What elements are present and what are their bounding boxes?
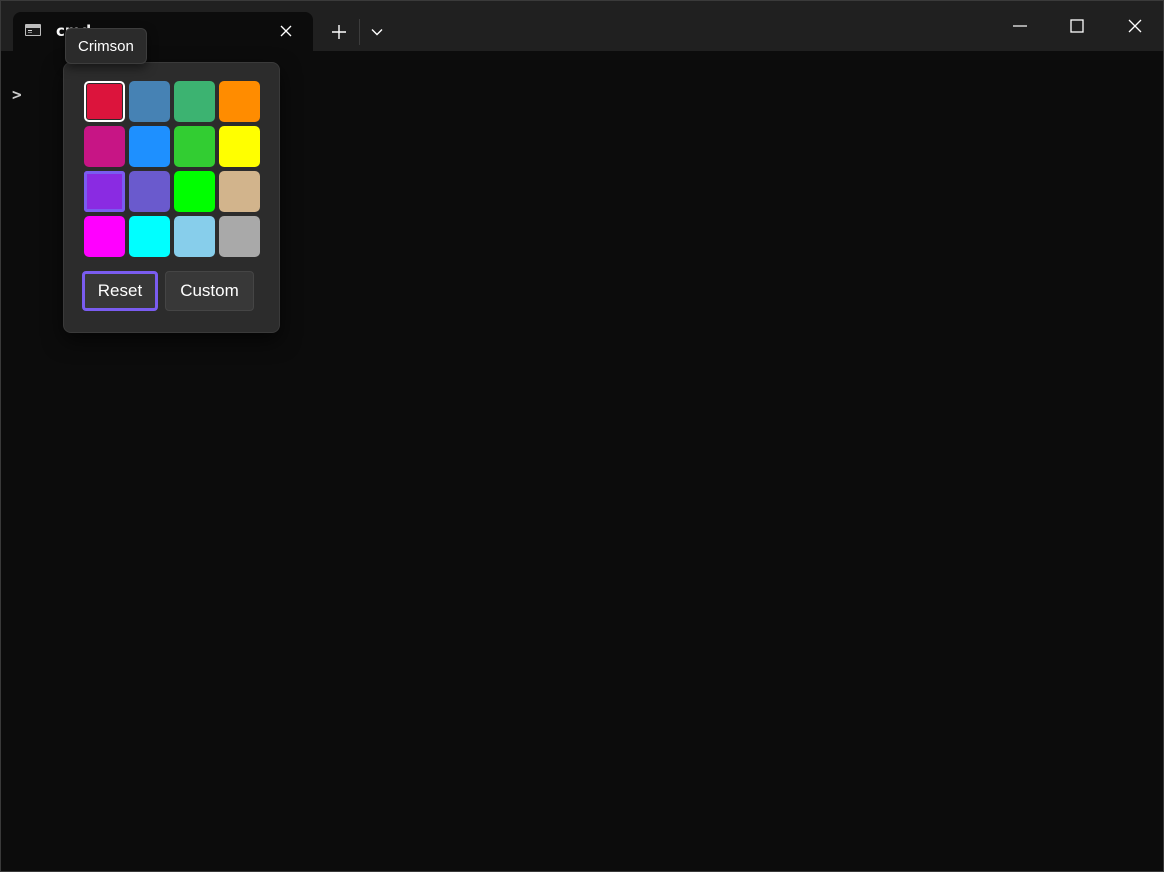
tab-cmd[interactable]: cmd bbox=[13, 12, 313, 52]
color-swatch[interactable] bbox=[219, 126, 260, 167]
maximize-icon bbox=[1070, 19, 1084, 33]
color-swatch[interactable] bbox=[129, 126, 170, 167]
new-tab-button[interactable] bbox=[321, 15, 357, 49]
minimize-icon bbox=[1013, 25, 1027, 27]
title-bar: cmd bbox=[1, 1, 1164, 52]
color-swatch[interactable] bbox=[174, 171, 215, 212]
color-tooltip: Crimson bbox=[65, 28, 147, 64]
console-icon bbox=[25, 24, 41, 36]
color-swatch[interactable] bbox=[219, 216, 260, 257]
color-swatch[interactable] bbox=[84, 126, 125, 167]
close-icon bbox=[1128, 19, 1142, 33]
maximize-button[interactable] bbox=[1048, 1, 1106, 51]
chevron-down-icon bbox=[371, 29, 383, 36]
plus-icon bbox=[332, 25, 346, 39]
terminal-prompt[interactable]: > bbox=[12, 85, 22, 104]
color-swatch[interactable] bbox=[174, 81, 215, 122]
close-icon bbox=[280, 25, 292, 37]
reset-button[interactable]: Reset bbox=[82, 271, 158, 311]
color-swatch[interactable] bbox=[219, 81, 260, 122]
color-swatch[interactable] bbox=[219, 171, 260, 212]
color-swatch[interactable] bbox=[129, 171, 170, 212]
minimize-button[interactable] bbox=[991, 1, 1049, 51]
tab-dropdown-button[interactable] bbox=[359, 15, 395, 49]
custom-button[interactable]: Custom bbox=[165, 271, 254, 311]
color-swatch[interactable] bbox=[84, 81, 125, 122]
color-swatch[interactable] bbox=[129, 81, 170, 122]
color-swatch[interactable] bbox=[174, 126, 215, 167]
color-swatch[interactable] bbox=[174, 216, 215, 257]
color-swatch[interactable] bbox=[129, 216, 170, 257]
tab-color-picker: Reset Custom bbox=[63, 62, 280, 333]
color-swatch[interactable] bbox=[84, 216, 125, 257]
color-swatch-grid bbox=[84, 81, 264, 257]
tab-close-button[interactable] bbox=[275, 20, 297, 42]
window-close-button[interactable] bbox=[1106, 1, 1164, 51]
color-swatch[interactable] bbox=[84, 171, 125, 212]
